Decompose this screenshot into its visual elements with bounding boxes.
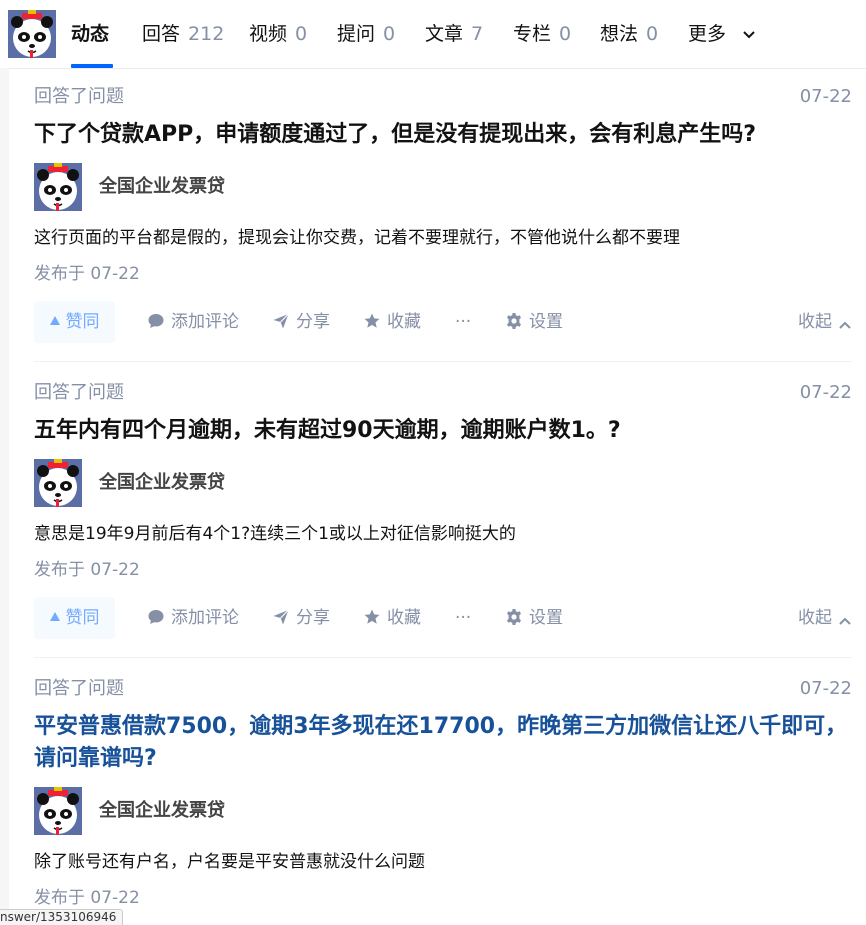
feed-item: 回答了问题 07-22 平安普惠借款7500，逾期3年多现在还17700，昨晚第… xyxy=(34,675,852,911)
activity-type: 回答了问题 xyxy=(34,382,124,403)
more-options-button[interactable]: ··· xyxy=(455,301,471,343)
tab-thoughts[interactable]: 想法 0 xyxy=(600,21,658,47)
comment-button[interactable]: 添加评论 xyxy=(147,301,239,343)
activity-date: 07-22 xyxy=(799,382,852,403)
profile-tab-bar: 动态 回答 212 视频 0 提问 0 文章 7 专栏 0 想法 0 更多 xyxy=(0,0,866,69)
settings-button[interactable]: 设置 xyxy=(505,597,563,639)
favorite-button[interactable]: 收藏 xyxy=(363,597,421,639)
comment-button[interactable]: 添加评论 xyxy=(147,597,239,639)
share-button[interactable]: 分享 xyxy=(272,301,330,343)
user-avatar[interactable] xyxy=(8,10,56,58)
tab-count: 0 xyxy=(646,23,659,45)
author-name[interactable]: 全国企业发票贷 xyxy=(99,798,225,824)
comment-icon xyxy=(148,610,164,624)
star-icon xyxy=(364,609,380,624)
feed-item: 回答了问题 07-22 五年内有四个月逾期，未有超过90天逾期，逾期账户数1。?… xyxy=(34,379,852,639)
chevron-up-icon xyxy=(839,321,851,329)
chevron-up-icon xyxy=(839,617,851,625)
more-options-button[interactable]: ··· xyxy=(455,597,471,639)
gear-icon xyxy=(507,609,521,625)
more-icon: ··· xyxy=(455,608,472,628)
activity-date: 07-22 xyxy=(799,678,852,699)
question-title[interactable]: 下了个贷款APP，申请额度通过了，但是没有提现出来，会有利息产生吗? xyxy=(34,119,852,151)
action-bar: 赞同 添加评论 分享 收藏 ··· 设置 收起 xyxy=(34,301,852,343)
upvote-triangle-icon xyxy=(49,612,60,621)
published-time[interactable]: 发布于 07-22 xyxy=(34,557,852,583)
item-divider xyxy=(34,361,852,362)
more-icon: ··· xyxy=(455,312,472,332)
share-button[interactable]: 分享 xyxy=(272,597,330,639)
published-time[interactable]: 发布于 07-22 xyxy=(34,261,852,287)
active-tab-indicator xyxy=(71,64,113,68)
tab-articles[interactable]: 文章 7 xyxy=(425,21,483,47)
upvote-button[interactable]: 赞同 xyxy=(34,597,115,639)
activity-type: 回答了问题 xyxy=(34,678,124,699)
author-name[interactable]: 全国企业发票贷 xyxy=(99,174,225,200)
share-icon xyxy=(273,609,289,625)
tab-questions[interactable]: 提问 0 xyxy=(337,21,395,47)
share-icon xyxy=(273,313,289,329)
author-row: 全国企业发票贷 xyxy=(34,163,852,211)
author-row: 全国企业发票贷 xyxy=(34,459,852,507)
author-avatar[interactable] xyxy=(34,787,82,835)
collapse-button[interactable]: 收起 xyxy=(798,301,852,343)
answer-excerpt[interactable]: 意思是19年9月前后有4个1?连续三个1或以上对征信影响挺大的 xyxy=(34,521,852,547)
question-title[interactable]: 平安普惠借款7500，逾期3年多现在还17700，昨晚第三方加微信让还八千即可，… xyxy=(34,711,852,775)
item-meta: 回答了问题 07-22 xyxy=(34,83,852,111)
published-time[interactable]: 发布于 07-22 xyxy=(34,885,852,911)
tab-columns[interactable]: 专栏 0 xyxy=(513,21,571,47)
item-meta: 回答了问题 07-22 xyxy=(34,675,852,703)
author-name[interactable]: 全国企业发票贷 xyxy=(99,470,225,496)
feed-item: 回答了问题 07-22 下了个贷款APP，申请额度通过了，但是没有提现出来，会有… xyxy=(34,83,852,343)
action-bar: 赞同 添加评论 分享 收藏 ··· 设置 收起 xyxy=(34,597,852,639)
settings-button[interactable]: 设置 xyxy=(505,301,563,343)
tab-count: 0 xyxy=(295,23,308,45)
author-avatar[interactable] xyxy=(34,163,82,211)
author-avatar[interactable] xyxy=(34,459,82,507)
tab-more[interactable]: 更多 xyxy=(688,21,756,47)
comment-icon xyxy=(148,314,164,328)
author-row: 全国企业发票贷 xyxy=(34,787,852,835)
status-bar-url: nswer/1353106946 xyxy=(0,909,124,925)
star-icon xyxy=(364,313,380,328)
item-divider xyxy=(34,657,852,658)
favorite-button[interactable]: 收藏 xyxy=(363,301,421,343)
tab-count: 212 xyxy=(188,23,225,45)
upvote-triangle-icon xyxy=(49,316,60,325)
tab-videos[interactable]: 视频 0 xyxy=(249,21,307,47)
tab-answers[interactable]: 回答 212 xyxy=(142,21,224,47)
activity-date: 07-22 xyxy=(799,86,852,107)
tab-count: 0 xyxy=(383,23,396,45)
tab-count: 7 xyxy=(471,23,484,45)
activity-type: 回答了问题 xyxy=(34,86,124,107)
question-title[interactable]: 五年内有四个月逾期，未有超过90天逾期，逾期账户数1。? xyxy=(34,415,852,447)
tab-count: 0 xyxy=(559,23,572,45)
gear-icon xyxy=(507,313,521,329)
collapse-button[interactable]: 收起 xyxy=(798,597,852,639)
upvote-button[interactable]: 赞同 xyxy=(34,301,115,343)
answer-excerpt[interactable]: 除了账号还有户名，户名要是平安普惠就没什么问题 xyxy=(34,849,852,875)
item-meta: 回答了问题 07-22 xyxy=(34,379,852,407)
left-gutter xyxy=(0,68,9,924)
answer-excerpt[interactable]: 这行页面的平台都是假的，提现会让你交费，记着不要理就行，不管他说什么都不要理 xyxy=(34,225,852,251)
tab-activity[interactable]: 动态 xyxy=(71,21,109,47)
chevron-down-icon xyxy=(743,30,755,38)
